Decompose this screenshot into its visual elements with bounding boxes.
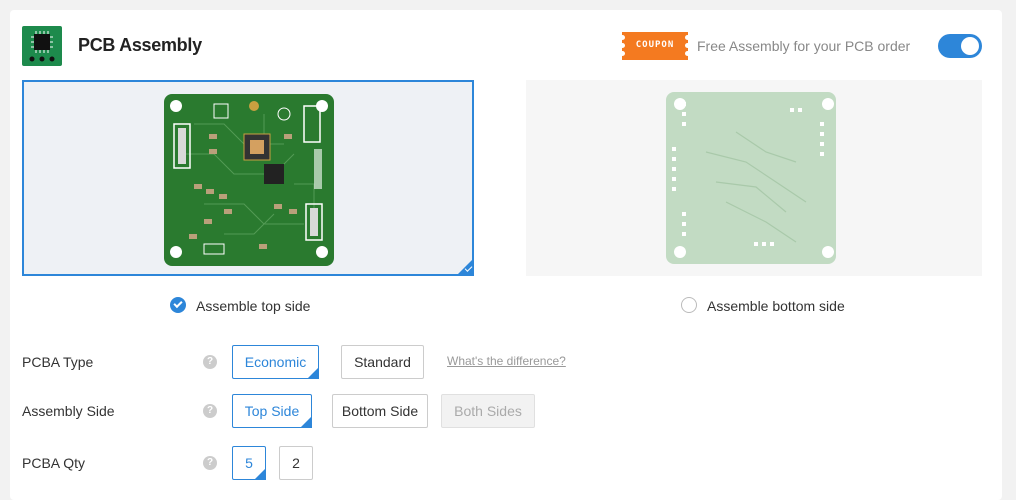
coupon-badge[interactable]: COUPON xyxy=(620,32,690,60)
selected-corner-check-icon xyxy=(457,259,473,275)
pcba-qty-help-icon[interactable]: ? xyxy=(203,456,217,470)
toggle-knob xyxy=(961,37,979,55)
free-assembly-toggle[interactable] xyxy=(938,34,982,58)
bottom-side-radio[interactable] xyxy=(681,297,697,313)
top-side-radio[interactable] xyxy=(170,297,186,313)
assembly-side-label: Assembly Side xyxy=(22,403,115,419)
difference-link[interactable]: What's the difference? xyxy=(447,354,566,368)
page-title: PCB Assembly xyxy=(78,35,202,55)
top-side-label[interactable]: Assemble top side xyxy=(196,298,310,314)
pcb-top-image xyxy=(164,94,334,266)
pcba-type-help-icon[interactable]: ? xyxy=(203,355,217,369)
bottom-side-label[interactable]: Assemble bottom side xyxy=(707,298,845,314)
pcba-type-standard[interactable]: Standard xyxy=(341,345,424,379)
chip-icon xyxy=(22,26,62,66)
pcb-bottom-image xyxy=(666,92,836,264)
pcba-qty-label: PCBA Qty xyxy=(22,455,86,471)
assembly-side-both: Both Sides xyxy=(441,394,535,428)
pcba-type-label: PCBA Type xyxy=(22,354,94,370)
top-side-card[interactable] xyxy=(22,80,474,276)
bottom-side-card[interactable] xyxy=(526,80,982,276)
coupon-message: Free Assembly for your PCB order xyxy=(697,38,911,54)
assembly-side-help-icon[interactable]: ? xyxy=(203,404,217,418)
pcb-assembly-panel: PCB Assembly COUPON Free Assembly for yo… xyxy=(10,10,1002,500)
assembly-side-bottom[interactable]: Bottom Side xyxy=(332,394,428,428)
pcba-qty-5[interactable]: 5 xyxy=(232,446,266,480)
pcba-type-economic[interactable]: Economic xyxy=(232,345,319,379)
coupon-label: COUPON xyxy=(627,40,683,52)
assembly-side-top[interactable]: Top Side xyxy=(232,394,312,428)
pcba-qty-2[interactable]: 2 xyxy=(279,446,313,480)
